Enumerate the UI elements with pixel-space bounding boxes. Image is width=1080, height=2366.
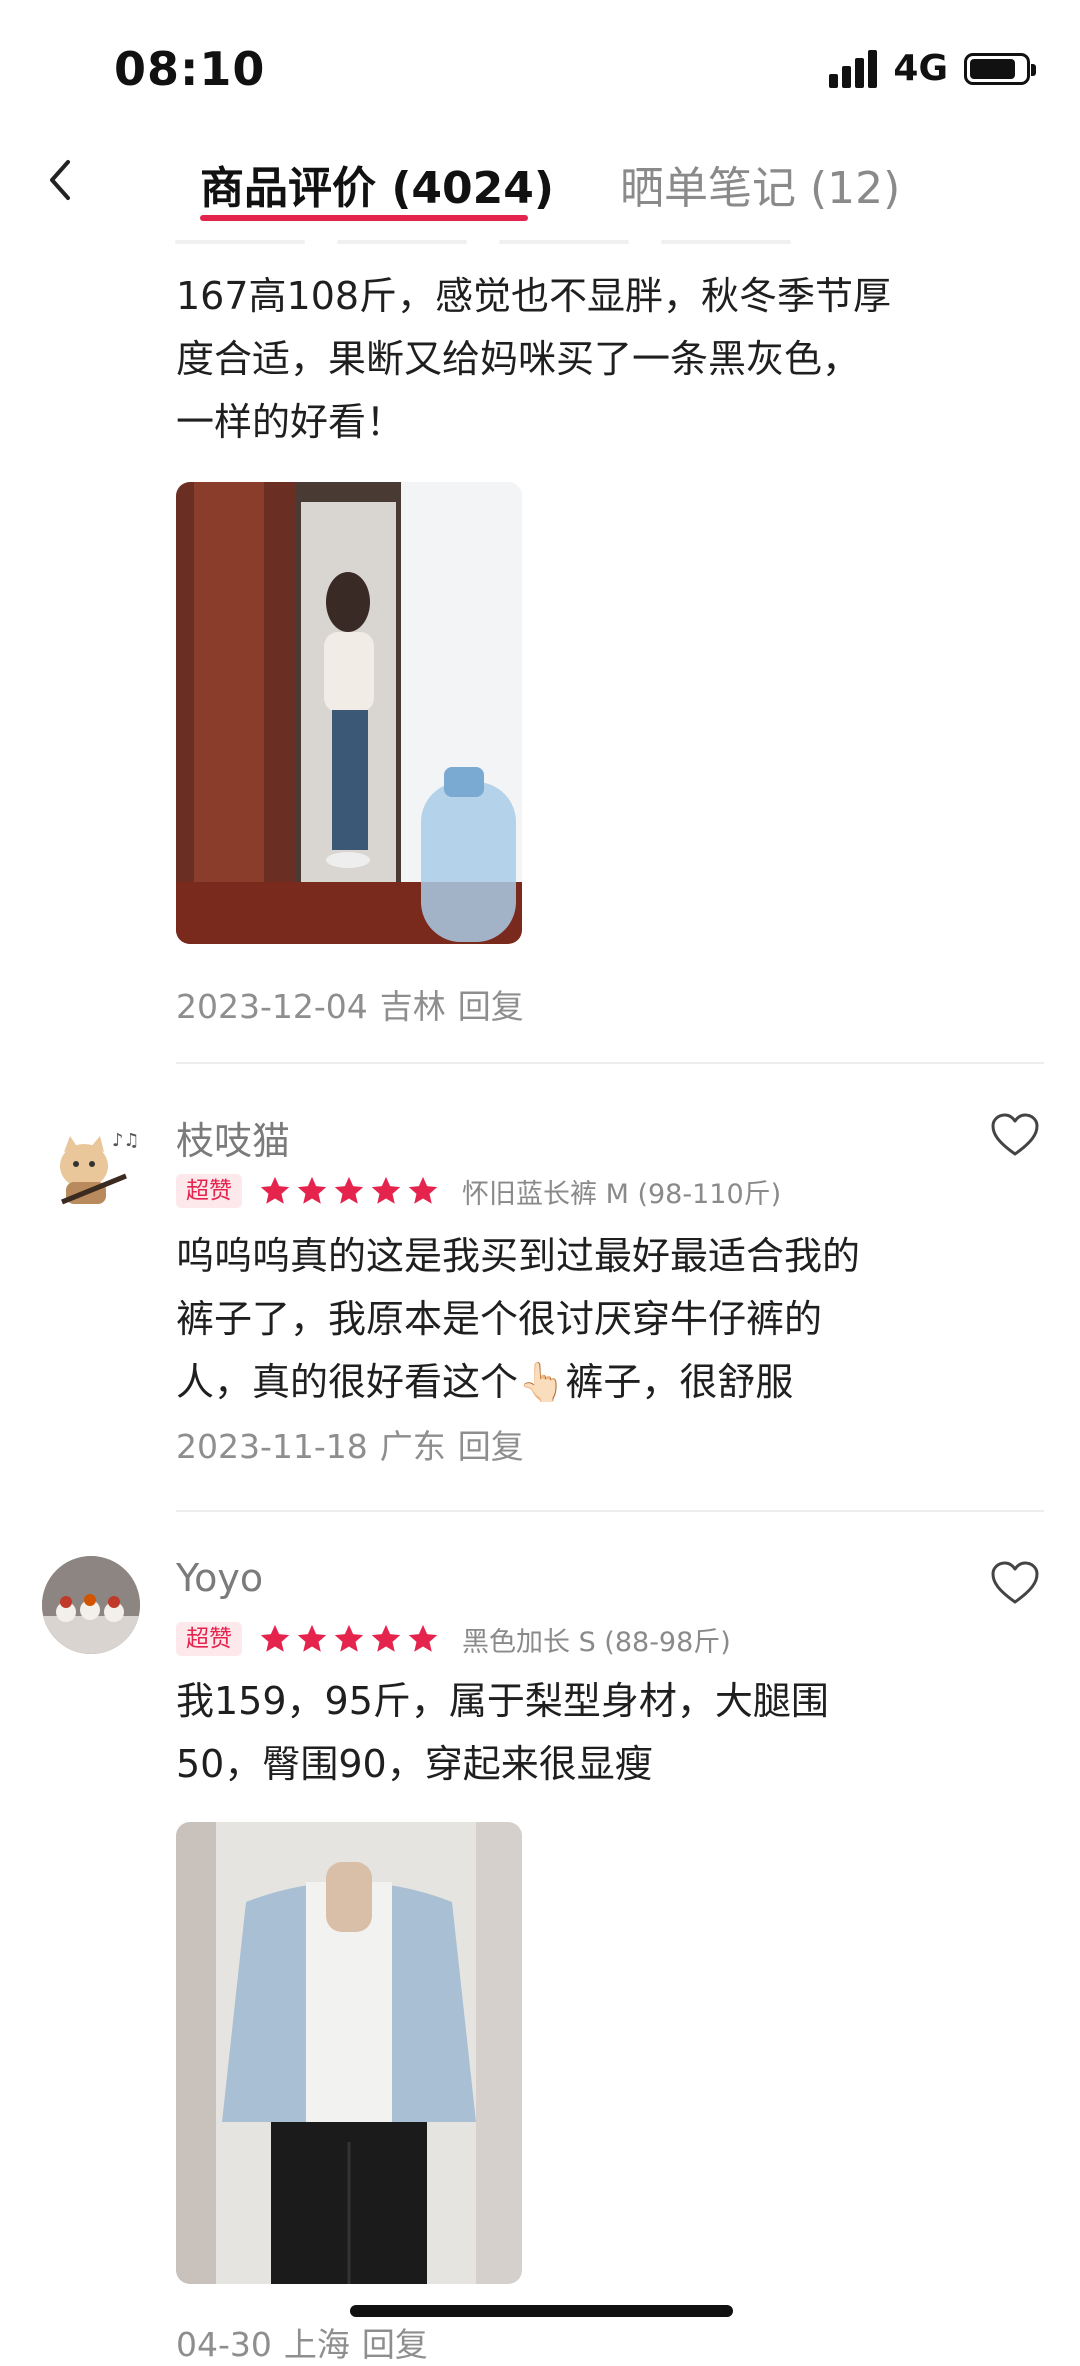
star-icon <box>408 1624 438 1652</box>
tab-photo-notes[interactable]: 晒单笔记 (12) <box>620 152 900 216</box>
review-text: 167高108斤，感觉也不显胖，秋冬季节厚度合适，果断又给妈咪买了一条黑灰色，一… <box>176 274 892 444</box>
battery-icon <box>964 52 1036 85</box>
heart-icon <box>991 1561 1039 1604</box>
reply-button[interactable]: 回复 <box>458 987 524 1026</box>
like-button[interactable] <box>990 1112 1040 1158</box>
username[interactable]: 枝吱猫 <box>176 1110 290 1165</box>
review-meta: 04-30 上海 回复 <box>176 2318 440 2366</box>
review-tag-row: 超赞 怀旧蓝长裤 M (98-110斤) <box>176 1173 782 1210</box>
chevron-left-icon <box>50 160 70 200</box>
divider <box>176 1510 1044 1512</box>
review-location: 上海 <box>283 2325 350 2364</box>
review-location: 广东 <box>379 1427 446 1466</box>
signal-icon <box>829 49 878 88</box>
star-icon <box>260 1176 290 1204</box>
review-photo[interactable] <box>176 482 522 944</box>
star-rating <box>258 1622 440 1656</box>
review-date: 2023-11-18 <box>176 1427 368 1466</box>
star-icon <box>334 1176 364 1204</box>
review-date: 2023-12-04 <box>176 987 368 1026</box>
heart-icon <box>991 1113 1039 1156</box>
reply-button[interactable]: 回复 <box>362 2325 428 2364</box>
star-icon <box>260 1624 290 1652</box>
review-photo[interactable] <box>176 1822 522 2284</box>
svg-text:♪♫: ♪♫ <box>112 1130 140 1151</box>
network-label: 4G <box>893 48 948 89</box>
star-icon <box>334 1624 364 1652</box>
star-icon <box>371 1624 401 1652</box>
like-button[interactable] <box>990 1560 1040 1606</box>
review-text: 呜呜呜真的这是我买到过最好最适合我的裤子了，我原本是个很讨厌穿牛仔裤的人，真的很… <box>176 1234 861 1404</box>
status-icons: 4G <box>829 48 1036 89</box>
rating-badge: 超赞 <box>176 1174 242 1208</box>
review-tag-row: 超赞 黑色加长 S (88-98斤) <box>176 1621 731 1658</box>
review-date: 04-30 <box>176 2325 272 2364</box>
status-time: 08:10 <box>114 42 266 96</box>
star-icon <box>297 1624 327 1652</box>
active-tab-indicator <box>200 215 528 221</box>
star-icon <box>297 1176 327 1204</box>
avatar[interactable] <box>42 1556 140 1654</box>
star-icon <box>408 1176 438 1204</box>
tab-product-reviews[interactable]: 商品评价 (4024) <box>200 152 554 216</box>
filter-chip-strip <box>175 240 791 244</box>
review-location: 吉林 <box>379 987 446 1026</box>
purchased-variant: 怀旧蓝长裤 M (98-110斤) <box>462 1178 782 1210</box>
review-meta: 2023-11-18 广东 回复 <box>176 1420 536 1468</box>
username[interactable]: Yoyo <box>176 1556 263 1600</box>
back-button[interactable] <box>40 150 80 210</box>
star-icon <box>371 1176 401 1204</box>
purchased-variant: 黑色加长 S (88-98斤) <box>462 1626 731 1658</box>
home-indicator <box>350 2305 733 2317</box>
rating-badge: 超赞 <box>176 1622 242 1656</box>
reply-button[interactable]: 回复 <box>458 1427 524 1466</box>
review-text: 我159，95斤，属于梨型身材，大腿围50，臀围90，穿起来很显瘦 <box>176 1679 829 1786</box>
star-rating <box>258 1174 440 1208</box>
divider <box>176 1062 1044 1064</box>
review-meta: 2023-12-04 吉林 回复 <box>176 980 536 1028</box>
avatar[interactable]: ♪♫ <box>42 1118 140 1216</box>
